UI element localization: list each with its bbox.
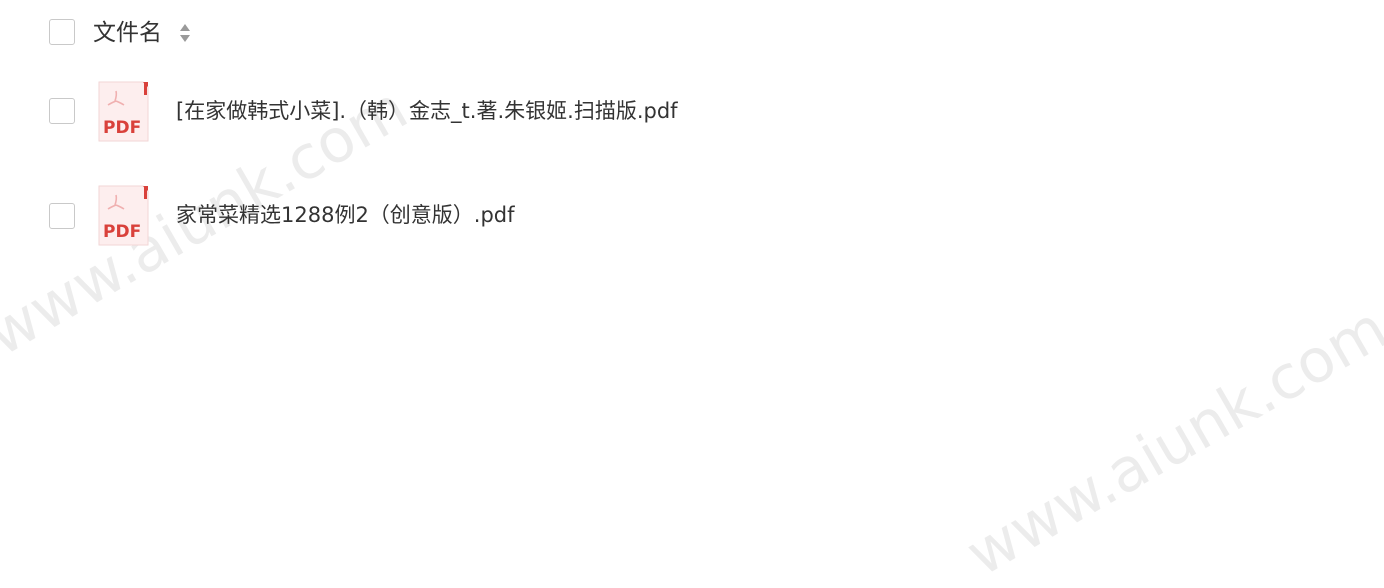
pdf-file-icon: PDF [98,81,149,142]
svg-text:PDF: PDF [103,222,141,242]
watermark-bottom-right: www.aiunk.com [955,293,1384,588]
file-name-link[interactable]: 家常菜精选1288例2（创意版）.pdf [176,200,515,230]
file-name-link[interactable]: [在家做韩式小菜].（韩）金志_t.著.朱银姬.扫描版.pdf [176,96,678,126]
row-checkbox[interactable] [49,98,75,124]
file-list-page: www.aiunk.com www.aiunk.com 文件名 PDF [在家做… [0,0,1384,588]
select-all-checkbox[interactable] [49,19,75,45]
pdf-file-icon: PDF [98,185,149,246]
column-header-filename[interactable]: 文件名 [93,17,162,49]
sort-icon[interactable] [178,21,192,45]
row-checkbox[interactable] [49,203,75,229]
svg-text:PDF: PDF [103,118,141,138]
